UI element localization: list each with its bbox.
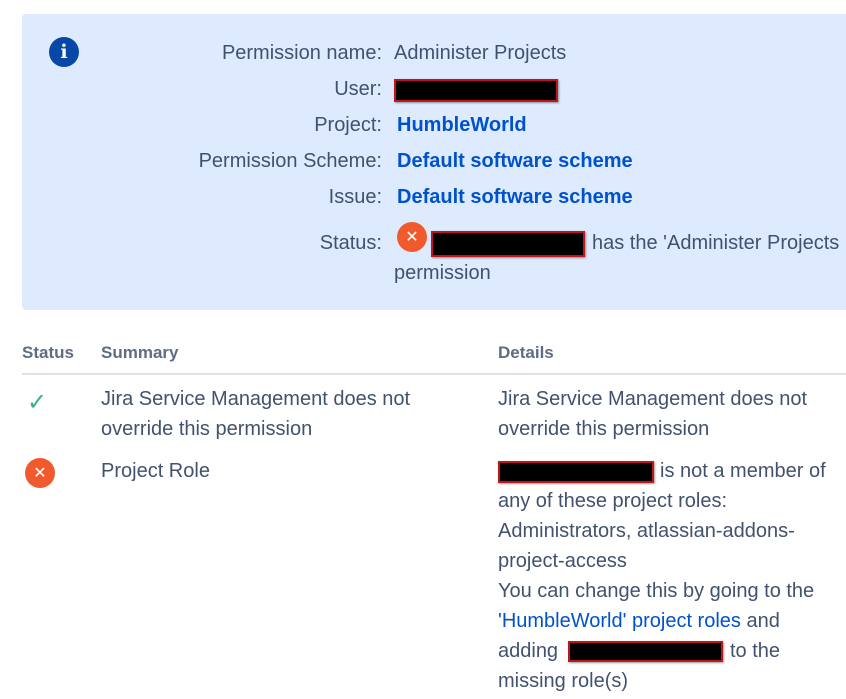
- row2-details-line5: You can change this by going to the: [498, 580, 815, 602]
- status-text: has the 'Administer Projects: [592, 232, 840, 254]
- permission-scheme-link[interactable]: Default software scheme: [397, 150, 633, 173]
- checkmark-icon: ✓: [27, 388, 48, 416]
- user-label: User:: [334, 78, 382, 100]
- row2-details-line3: Administrators, atlassian-addons-: [498, 520, 795, 542]
- row2-details-line4: project-access: [498, 550, 627, 572]
- row2-details-line6: 'HumbleWorld' project roles and: [498, 606, 780, 636]
- column-header-status: Status: [22, 343, 74, 362]
- error-icon: ✕: [25, 458, 55, 488]
- column-header-summary: Summary: [101, 343, 179, 362]
- error-icon: ✕: [397, 222, 427, 252]
- row1-details-line2: override this permission: [498, 418, 710, 440]
- project-label: Project:: [314, 114, 382, 136]
- issue-link[interactable]: Default software scheme: [397, 186, 633, 209]
- row2-details-and: and: [740, 610, 780, 632]
- row2-summary: Project Role: [101, 460, 210, 482]
- row2-details-to-the: to the: [730, 640, 781, 662]
- permission-scheme-label: Permission Scheme:: [198, 150, 382, 172]
- redacted-user: [431, 231, 585, 257]
- info-icon: i: [49, 37, 79, 67]
- table-header-divider: [22, 373, 846, 375]
- row2-details-line8: missing role(s): [498, 670, 629, 692]
- redacted-user: [394, 79, 558, 102]
- issue-label: Issue:: [328, 186, 382, 208]
- row1-details-line1: Jira Service Management does not: [498, 388, 808, 410]
- column-header-details: Details: [498, 343, 554, 362]
- project-roles-link[interactable]: 'HumbleWorld' project roles: [498, 610, 741, 632]
- row1-summary-line1: Jira Service Management does not: [101, 388, 411, 410]
- row2-details-line1: is not a member of: [660, 460, 826, 482]
- project-link[interactable]: HumbleWorld: [397, 114, 527, 137]
- redacted-user: [498, 461, 654, 483]
- row2-details-line2: any of these project roles:: [498, 490, 728, 512]
- permission-name-label: Permission name:: [221, 42, 382, 64]
- status-label: Status:: [319, 232, 382, 254]
- row2-details-adding: adding: [498, 640, 559, 662]
- status-text-continued: permission: [394, 262, 491, 284]
- row1-summary-line2: override this permission: [101, 418, 313, 440]
- redacted-user: [568, 641, 723, 662]
- permission-name-value: Administer Projects: [394, 42, 567, 64]
